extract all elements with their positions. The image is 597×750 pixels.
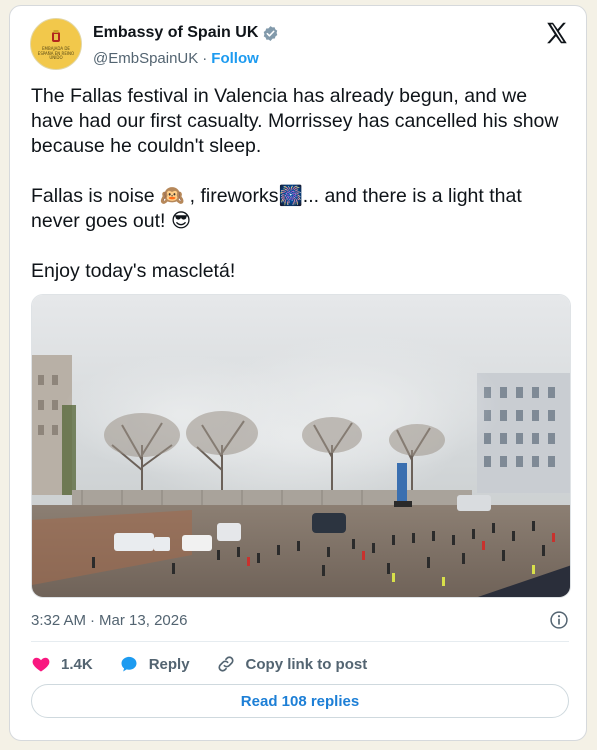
divider <box>31 641 569 642</box>
handle[interactable]: @EmbSpainUK <box>93 50 198 67</box>
copy-link-button[interactable]: Copy link to post <box>216 654 368 674</box>
follow-button[interactable]: Follow <box>211 50 259 67</box>
tweet-date[interactable]: Mar 13, 2026 <box>99 612 187 629</box>
action-bar: 1.4K Reply Copy link to post <box>31 654 393 674</box>
heart-icon <box>32 657 50 672</box>
verified-badge-icon <box>264 25 278 41</box>
mascleta-photo-illustration <box>32 295 570 597</box>
tweet-embed-card: EMBAJADA DE ESPAÑA EN REINO UNIDO Embass… <box>9 5 587 741</box>
avatar-caption: EMBAJADA DE ESPAÑA EN REINO UNIDO <box>37 46 75 61</box>
like-button[interactable]: 1.4K <box>31 654 93 674</box>
copy-link-label: Copy link to post <box>245 655 368 673</box>
tweet-photo[interactable] <box>31 294 571 598</box>
x-logo-icon[interactable] <box>544 20 570 46</box>
tweet-time[interactable]: 3:32 AM <box>31 612 86 629</box>
reply-bubble-icon <box>121 656 137 672</box>
info-icon[interactable] <box>549 610 569 630</box>
tweet-text: The Fallas festival in Valencia has alre… <box>31 85 559 282</box>
reply-button[interactable]: Reply <box>119 654 190 674</box>
display-name[interactable]: Embassy of Spain UK <box>93 24 258 42</box>
timestamp-separator: · <box>90 612 96 629</box>
link-icon <box>218 656 234 672</box>
like-count: 1.4K <box>61 655 93 673</box>
read-replies-button[interactable]: Read 108 replies <box>31 684 569 718</box>
coat-of-arms-icon <box>52 30 60 43</box>
handle-separator: · <box>202 50 208 67</box>
avatar[interactable]: EMBAJADA DE ESPAÑA EN REINO UNIDO <box>30 18 82 70</box>
reply-label: Reply <box>148 655 190 673</box>
